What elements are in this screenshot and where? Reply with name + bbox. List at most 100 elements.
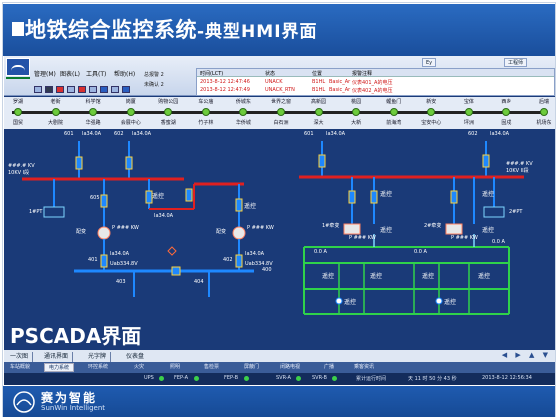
feeder-label: 602: [468, 131, 478, 137]
subtab-power[interactable]: 电力系统: [44, 363, 75, 372]
station-line-bar: 罗湖国贸 老街大剧院 科学馆华强路 岗厦会展中心 购物公园香蜜湖 车公庙竹子林 侨城东华侨城…: [4, 97, 555, 129]
menu-manage[interactable]: 管理(M): [34, 69, 56, 78]
station-name-bottom[interactable]: 国贸: [13, 119, 23, 126]
station-node-icon[interactable]: [126, 108, 135, 116]
ctrl-label: 遥控: [380, 227, 393, 234]
station-name-top[interactable]: 宝体: [464, 98, 474, 105]
col-time[interactable]: 时间(LCT): [200, 70, 223, 77]
svr-a-led-icon: [296, 376, 301, 381]
ctrl-label: 遥控: [344, 299, 357, 306]
station-name-bottom[interactable]: 大新: [351, 119, 361, 126]
station-name-top[interactable]: 鲤鱼门: [386, 98, 401, 105]
station-name-top[interactable]: 侨城东: [236, 98, 251, 105]
station-name-top[interactable]: 西乡: [501, 98, 511, 105]
bus-label: 10KV II段: [506, 168, 529, 174]
station-name-top[interactable]: 罗湖: [13, 98, 23, 105]
station-node-icon[interactable]: [239, 108, 248, 116]
station-name-bottom[interactable]: 华侨城: [236, 119, 251, 126]
station-node-icon[interactable]: [464, 108, 473, 116]
hmi-header: 管理(M) 图表(L) 工具(T) 帮助(H) 总报警 2 未确认 2 时间(L…: [4, 56, 555, 96]
status-bar: UPS FEP-A FEP-B SVR-A SVR-B 累计运行时间 天 11 …: [4, 373, 555, 385]
tab-dashboard[interactable]: 仪表盘: [122, 352, 148, 362]
subtab-hvac[interactable]: 环控系统: [84, 363, 112, 372]
station-node-icon[interactable]: [427, 108, 436, 116]
station-name-bottom[interactable]: 会展中心: [121, 119, 141, 126]
station-node-icon[interactable]: [89, 108, 98, 116]
current-reading: 0.0 A: [414, 249, 427, 255]
brand-band: 赛为智能 SunWin Intelligent: [3, 386, 555, 417]
nav-arrows-icon[interactable]: ◀ ▶ ▲ ▼: [502, 351, 551, 359]
station-name-bottom[interactable]: 深大: [314, 119, 324, 126]
subtab-lighting[interactable]: 照明: [166, 363, 184, 372]
station-name-bottom[interactable]: 前海湾: [386, 119, 401, 126]
toolbar-user-icon[interactable]: [100, 86, 108, 93]
station-node-icon[interactable]: [277, 108, 285, 116]
station-node-icon[interactable]: [164, 108, 173, 116]
station-name-top[interactable]: 后瑞: [539, 98, 549, 105]
station-node-icon[interactable]: [201, 108, 210, 116]
station-name-top[interactable]: 车公庙: [198, 98, 213, 105]
subtab-psd[interactable]: 屏蔽门: [240, 363, 263, 372]
station-name-bottom[interactable]: 华强路: [86, 119, 101, 126]
subtab-pis[interactable]: 乘客资讯: [350, 363, 378, 372]
alarm-table[interactable]: 时间(LCT) 状态 位置 报警注释 2013-8-12 12:47:46 UN…: [196, 68, 555, 96]
station-name-top[interactable]: 桃园: [351, 98, 361, 105]
station-name-bottom[interactable]: 大剧院: [48, 119, 63, 126]
station-node-icon[interactable]: [540, 108, 548, 116]
transformer-icon: [232, 226, 246, 240]
station-name-bottom[interactable]: 香蜜湖: [161, 119, 176, 126]
menu-help[interactable]: 帮助(H): [114, 69, 135, 78]
station-node-icon[interactable]: [314, 108, 323, 116]
tab-comm[interactable]: 通讯界面: [40, 352, 74, 362]
station-name-bottom[interactable]: 固戍: [501, 119, 511, 126]
station-name-top[interactable]: 岗厦: [126, 98, 136, 105]
station-node-icon[interactable]: [389, 108, 398, 116]
station-node-icon[interactable]: [51, 108, 60, 116]
tab-one-line[interactable]: 一次图: [6, 352, 34, 362]
bus-400-label: 400: [262, 267, 272, 273]
station-name-top[interactable]: 老街: [51, 98, 61, 105]
toolbar-print-icon[interactable]: [67, 86, 75, 93]
station-name-top[interactable]: 购物公园: [158, 98, 178, 105]
station-node-icon[interactable]: [352, 108, 361, 116]
station-name-bottom[interactable]: 白石洲: [273, 119, 288, 126]
user-button[interactable]: Ey: [422, 58, 437, 67]
readout: P ### KW: [451, 235, 478, 241]
feeder-label: 601: [64, 131, 74, 137]
toolbar-settings-icon[interactable]: [111, 86, 119, 93]
station-name-top[interactable]: 高新园: [311, 98, 326, 105]
station-name-top[interactable]: 新安: [426, 98, 436, 105]
toolbar-alarm-icon[interactable]: [56, 86, 64, 93]
status-svr-a: SVR-A: [276, 375, 291, 381]
station-name-bottom[interactable]: 机场东: [536, 119, 551, 126]
station-name-top[interactable]: 科学馆: [86, 98, 101, 105]
status-fep-a: FEP-A: [174, 375, 189, 381]
ctrl-label: 遥控: [444, 299, 457, 306]
subtab-pa[interactable]: 广播: [320, 363, 338, 372]
toolbar-bell-icon[interactable]: [122, 86, 130, 93]
toolbar-list-icon[interactable]: [89, 86, 97, 93]
station-name-top[interactable]: 世界之窗: [271, 98, 291, 105]
station-name-bottom[interactable]: 宝安中心: [421, 119, 441, 126]
toolbar-chart-icon[interactable]: [45, 86, 53, 93]
ctrl-label: 遥控: [478, 273, 491, 280]
subtab-overview[interactable]: 车站概貌: [6, 363, 34, 372]
station-name-bottom[interactable]: 竹子林: [198, 119, 213, 126]
subtab-afc[interactable]: 售检票: [200, 363, 223, 372]
menu-tools[interactable]: 工具(T): [86, 69, 106, 78]
breaker-icon: [75, 156, 83, 170]
engineer-button[interactable]: 工程师: [504, 58, 528, 67]
toolbar-stop-icon[interactable]: [78, 86, 86, 93]
subtab-fire[interactable]: 火灾: [130, 363, 148, 372]
tab-annunciator[interactable]: 光字牌: [84, 352, 112, 362]
col-location[interactable]: 位置: [312, 70, 322, 77]
station-node-icon[interactable]: [502, 108, 511, 116]
menu-charts[interactable]: 图表(L): [60, 69, 80, 78]
station-name-bottom[interactable]: 坪洲: [464, 119, 474, 126]
status-ups: UPS: [144, 375, 154, 381]
toolbar-monitor-icon[interactable]: [34, 86, 42, 93]
col-note[interactable]: 报警注释: [352, 70, 372, 77]
subtab-cctv[interactable]: 闭路电视: [276, 363, 304, 372]
col-status[interactable]: 状态: [265, 70, 275, 77]
station-node-icon[interactable]: [14, 108, 22, 116]
